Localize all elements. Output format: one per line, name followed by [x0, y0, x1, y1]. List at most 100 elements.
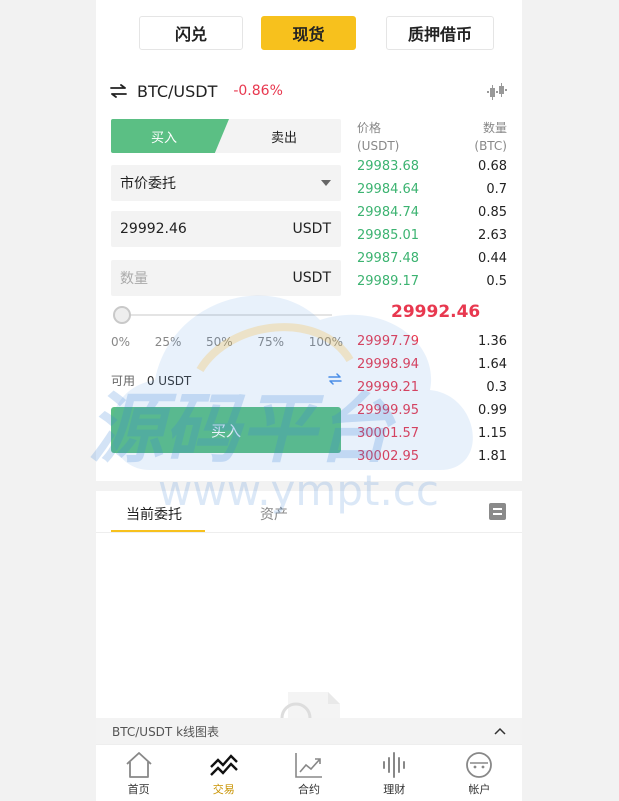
bid-qty: 0.85	[478, 205, 507, 220]
percent-mark[interactable]: 100%	[309, 335, 343, 349]
available-label: 可用	[111, 374, 136, 388]
bid-price: 29984.64	[357, 182, 420, 197]
nav-finance[interactable]: 理财	[352, 745, 437, 801]
tab-assets[interactable]: 资产	[260, 504, 288, 524]
nav-account[interactable]: 帐户	[437, 745, 522, 801]
amount-placeholder: 数量	[120, 271, 148, 287]
nav-finance-label: 理财	[383, 783, 406, 796]
bid-price: 29984.74	[357, 205, 420, 220]
orderbook-ask-row[interactable]: 29998.94 1.64	[357, 353, 507, 376]
switch-pair-icon[interactable]	[110, 84, 127, 98]
available-value: 0 USDT	[146, 374, 192, 388]
finance-icon	[383, 752, 406, 778]
orderbook-bid-row[interactable]: 29985.01 2.63	[357, 224, 507, 247]
active-tab-indicator	[111, 530, 205, 532]
percent-mark[interactable]: 25%	[155, 335, 182, 349]
order-type-select[interactable]: 市价委托	[111, 165, 341, 201]
amount-slider-track[interactable]	[114, 314, 332, 316]
ask-price: 29999.95	[357, 403, 420, 418]
sell-side-button[interactable]: 卖出	[227, 119, 341, 153]
account-icon	[466, 752, 493, 778]
available-balance: 可用 0 USDT	[111, 372, 191, 389]
kline-chart-bar[interactable]: BTC/USDT k线图表	[96, 718, 522, 744]
price-value: 29992.46	[120, 221, 187, 237]
tab-flash-swap[interactable]: 闪兑	[139, 16, 243, 50]
bid-qty: 0.68	[478, 159, 507, 174]
transfer-icon[interactable]	[328, 371, 342, 390]
bid-price: 29989.17	[357, 274, 420, 289]
ask-qty: 0.3	[486, 380, 507, 395]
nav-home[interactable]: 首页	[96, 745, 181, 801]
ask-qty: 1.64	[478, 357, 507, 372]
qty-header: 数量	[482, 121, 507, 135]
order-history-icon[interactable]	[489, 503, 506, 520]
bid-price: 29983.68	[357, 159, 420, 174]
last-price: 29992.46	[391, 302, 481, 322]
bid-price: 29985.01	[357, 228, 420, 243]
orderbook-bid-row[interactable]: 29984.64 0.7	[357, 178, 507, 201]
nav-trade[interactable]: 交易	[181, 745, 266, 801]
order-type-value: 市价委托	[120, 176, 176, 192]
orderbook-ask-row[interactable]: 29999.95 0.99	[357, 399, 507, 422]
amount-unit: USDT	[292, 270, 331, 286]
nav-contract[interactable]: 合约	[266, 745, 351, 801]
contract-icon	[295, 753, 322, 778]
empty-state-icon	[276, 688, 342, 734]
orderbook-ask-row[interactable]: 30001.57 1.15	[357, 422, 507, 445]
tab-pledge-loan[interactable]: 质押借币	[386, 16, 494, 50]
buy-side-button[interactable]: 买入	[111, 119, 229, 153]
bid-qty: 0.7	[486, 182, 507, 197]
price-unit: USDT	[292, 221, 331, 237]
chevron-down-icon	[321, 180, 331, 186]
section-divider	[96, 481, 522, 491]
pair-name[interactable]: BTC/USDT	[137, 82, 217, 101]
ask-price: 29997.79	[357, 334, 420, 349]
amount-slider-thumb[interactable]	[113, 306, 131, 324]
orderbook-bid-row[interactable]: 29989.17 0.5	[357, 270, 507, 293]
kline-bar-label: BTC/USDT k线图表	[112, 724, 220, 739]
percent-mark[interactable]: 75%	[257, 335, 284, 349]
buy-sell-toggle: 买入 卖出	[111, 119, 341, 153]
orders-tabs: 当前委托 资产	[96, 500, 522, 533]
ask-price: 29998.94	[357, 357, 420, 372]
bid-price: 29987.48	[357, 251, 420, 266]
percent-mark[interactable]: 0%	[111, 335, 130, 349]
tab-current-orders[interactable]: 当前委托	[126, 504, 182, 524]
amount-field[interactable]: 数量 USDT	[111, 260, 341, 296]
orderbook-header: 价格 (USDT) 数量 (BTC)	[357, 119, 507, 155]
ask-price: 30001.57	[357, 426, 420, 441]
percent-marks: 0% 25% 50% 75% 100%	[111, 335, 343, 349]
pair-change: -0.86%	[233, 83, 283, 99]
orderbook-bid-row[interactable]: 29984.74 0.85	[357, 201, 507, 224]
trade-icon	[209, 754, 238, 776]
pair-header: BTC/USDT -0.86%	[110, 80, 283, 102]
nav-contract-label: 合约	[298, 783, 320, 796]
ask-qty: 1.15	[478, 426, 507, 441]
chevron-up-icon	[494, 727, 506, 735]
candlestick-chart-icon[interactable]	[486, 82, 508, 106]
home-icon	[125, 752, 152, 778]
price-field[interactable]: 29992.46 USDT	[111, 211, 341, 247]
nav-trade-label: 交易	[212, 783, 235, 796]
bid-qty: 0.44	[478, 251, 507, 266]
percent-mark[interactable]: 50%	[206, 335, 233, 349]
ask-qty: 1.36	[478, 334, 507, 349]
bid-qty: 2.63	[478, 228, 507, 243]
bottom-nav: 首页 交易 合约 理财 帐户	[96, 744, 522, 801]
tab-spot[interactable]: 现货	[261, 16, 356, 50]
ask-qty: 0.99	[478, 403, 507, 418]
orderbook-bid-row[interactable]: 29987.48 0.44	[357, 247, 507, 270]
orderbook-ask-row[interactable]: 30002.95 1.81	[357, 445, 507, 468]
ask-price: 29999.21	[357, 380, 420, 395]
submit-buy-button[interactable]: 买入	[111, 407, 341, 453]
nav-account-label: 帐户	[468, 783, 491, 796]
ask-price: 30002.95	[357, 449, 420, 464]
nav-home-label: 首页	[127, 783, 150, 796]
spot-trade-screen: 闪兑 现货 质押借币 BTC/USDT -0.86% 买入 卖出 市价委托 29…	[96, 0, 522, 801]
bid-qty: 0.5	[486, 274, 507, 289]
ask-qty: 1.81	[478, 449, 507, 464]
orderbook-bid-row[interactable]: 29983.68 0.68	[357, 155, 507, 178]
orderbook-ask-row[interactable]: 29997.79 1.36	[357, 330, 507, 353]
orderbook-ask-row[interactable]: 29999.21 0.3	[357, 376, 507, 399]
qty-header-unit: (BTC)	[474, 139, 507, 153]
